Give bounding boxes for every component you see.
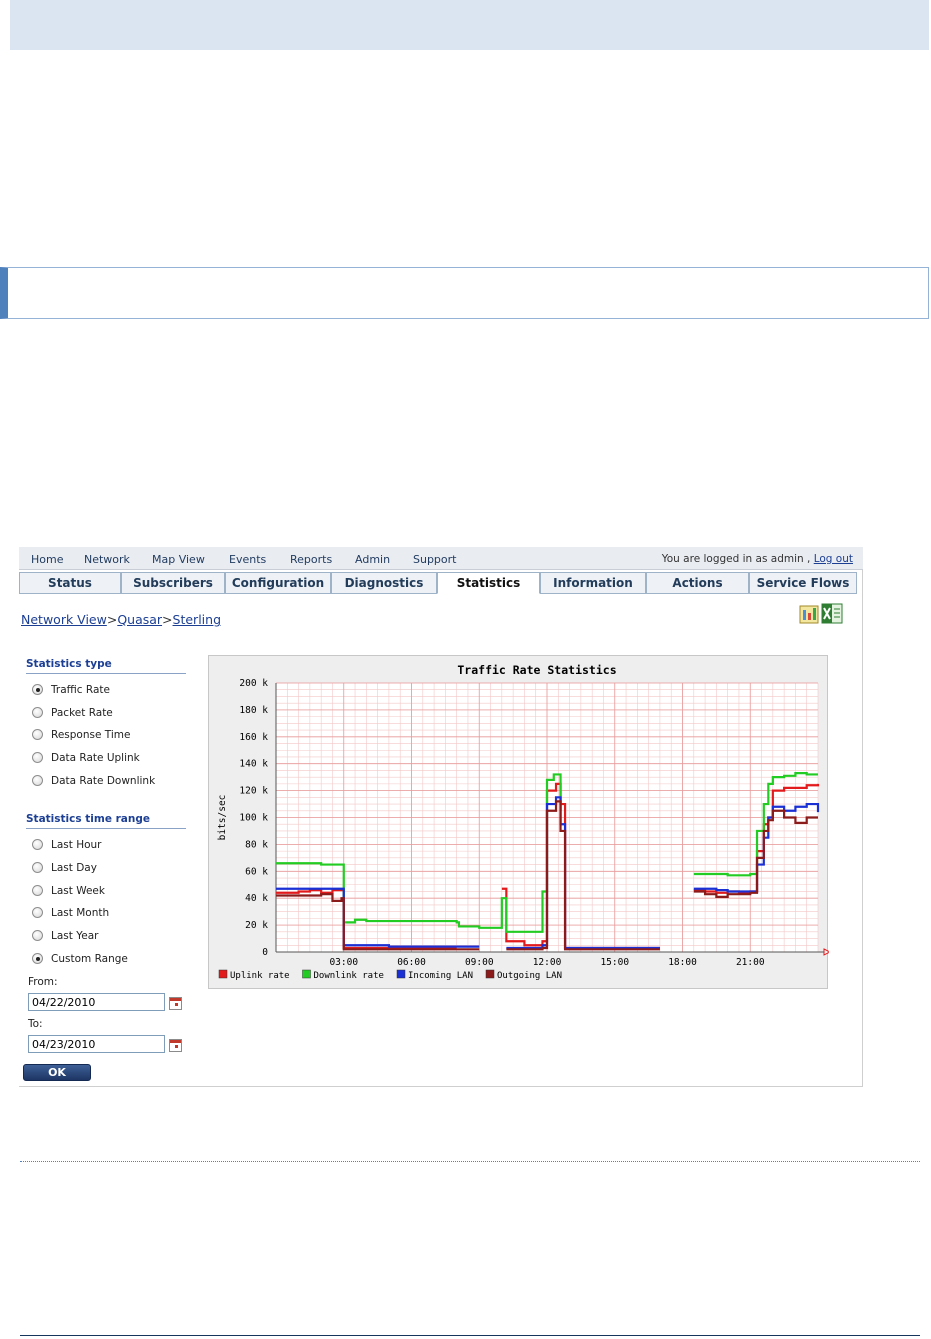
from-label: From: (28, 976, 58, 988)
radio-label: Last Day (51, 862, 97, 874)
y-tick-label: 160 k (239, 732, 268, 743)
document-dotted-divider (20, 1161, 920, 1162)
breadcrumb-sterling[interactable]: Sterling (173, 612, 221, 627)
radio-label: Last Month (51, 907, 110, 919)
x-tick-label: 15:00 (600, 957, 629, 968)
nav-events[interactable]: Events (229, 553, 266, 566)
x-tick-label: 09:00 (465, 957, 494, 968)
to-date-field[interactable] (28, 1035, 165, 1053)
traffic-rate-chart: Traffic Rate Statistics bits/sec 0 20 k 40 k… (208, 655, 829, 989)
radio-button[interactable] (32, 885, 43, 896)
radio-button[interactable] (32, 775, 43, 786)
y-tick-label: 140 k (239, 759, 268, 770)
radio-button[interactable] (32, 684, 43, 695)
x-axis-arrow (823, 948, 829, 956)
radio-label: Last Week (51, 885, 105, 897)
x-tick-label: 03:00 (329, 957, 358, 968)
x-tick-label: 06:00 (397, 957, 426, 968)
export-icons (799, 601, 845, 625)
document-header-band (10, 0, 929, 50)
legend-label: Incoming LAN (408, 971, 473, 981)
y-tick-label: 40 k (245, 893, 268, 904)
report-icon[interactable] (799, 605, 819, 624)
nav-network[interactable]: Network (84, 553, 130, 566)
y-axis-label: bits/sec (217, 795, 228, 841)
logout-link[interactable]: Log out (814, 553, 853, 565)
radio-label: Packet Rate (51, 707, 113, 719)
x-tick-label: 18:00 (668, 957, 697, 968)
ok-button[interactable]: OK (23, 1064, 91, 1081)
tab-service-flows[interactable]: Service Flows (749, 572, 857, 594)
section-divider (26, 828, 186, 829)
y-tick-label: 120 k (239, 786, 268, 797)
application-window: Home Network Map View Events Reports Adm… (19, 547, 863, 1087)
nav-home[interactable]: Home (31, 553, 63, 566)
main-tabs: Status Subscribers Configuration Diagnos… (19, 572, 863, 594)
legend-swatch (302, 969, 311, 979)
x-tick-label: 12:00 (533, 957, 562, 968)
tab-subscribers[interactable]: Subscribers (121, 572, 225, 594)
breadcrumb-network-view[interactable]: Network View (21, 612, 107, 627)
tab-actions[interactable]: Actions (646, 572, 749, 594)
to-label: To: (28, 1018, 43, 1030)
breadcrumb-separator: > (162, 612, 173, 627)
radio-label: Data Rate Uplink (51, 752, 140, 764)
legend-label: Downlink rate (314, 971, 384, 981)
breadcrumb: Network View>Quasar>Sterling (21, 612, 221, 627)
y-tick-label: 20 k (245, 920, 268, 931)
top-navigation-bar: Home Network Map View Events Reports Adm… (19, 547, 863, 570)
section-divider (26, 673, 186, 674)
nav-reports[interactable]: Reports (290, 553, 332, 566)
nav-map-view[interactable]: Map View (152, 553, 205, 566)
chart-title: Traffic Rate Statistics (457, 663, 616, 677)
radio-button[interactable] (32, 953, 43, 964)
radio-button[interactable] (32, 752, 43, 763)
legend-swatch (218, 969, 228, 979)
statistics-type-title: Statistics type (26, 658, 112, 670)
radio-button[interactable] (32, 862, 43, 873)
breadcrumb-quasar[interactable]: Quasar (117, 612, 162, 627)
radio-button[interactable] (32, 839, 43, 850)
y-tick-label: 180 k (239, 705, 268, 716)
login-status: You are logged in as admin , Log out (662, 553, 853, 565)
y-tick-label: 60 k (245, 866, 268, 877)
document-section-box (0, 267, 929, 319)
y-tick-label: 100 k (239, 813, 268, 824)
tab-configuration[interactable]: Configuration (225, 572, 331, 594)
y-tick-label: 200 k (239, 678, 268, 689)
breadcrumb-separator: > (106, 612, 118, 627)
nav-admin[interactable]: Admin (355, 553, 390, 566)
y-tick-label: 80 k (245, 839, 268, 850)
radio-label: Last Year (51, 930, 99, 942)
radio-label: Last Hour (51, 839, 102, 851)
radio-label: Traffic Rate (51, 684, 110, 696)
legend-swatch (485, 969, 495, 979)
legend-label: Outgoing LAN (497, 971, 562, 981)
legend-label: Uplink rate (230, 971, 290, 981)
radio-label: Custom Range (51, 953, 128, 965)
tab-statistics[interactable]: Statistics (437, 572, 540, 594)
tab-information[interactable]: Information (540, 572, 646, 594)
radio-label: Data Rate Downlink (51, 775, 156, 787)
excel-icon[interactable] (821, 603, 843, 624)
radio-button[interactable] (32, 707, 43, 718)
legend-swatch (396, 969, 406, 979)
y-tick-label: 0 (262, 947, 268, 958)
nav-support[interactable]: Support (413, 553, 456, 566)
from-date-field[interactable] (28, 993, 165, 1011)
document-footer-line (20, 1335, 920, 1336)
radio-button[interactable] (32, 930, 43, 941)
calendar-icon[interactable] (169, 997, 182, 1010)
calendar-icon[interactable] (169, 1039, 182, 1052)
radio-label: Response Time (51, 729, 131, 741)
statistics-time-range-title: Statistics time range (26, 813, 150, 825)
radio-button[interactable] (32, 907, 43, 918)
chart-svg: Traffic Rate Statistics bits/sec 0 20 k 40 k… (217, 663, 829, 981)
tab-diagnostics[interactable]: Diagnostics (331, 572, 437, 594)
x-tick-label: 21:00 (736, 957, 765, 968)
tab-status[interactable]: Status (19, 572, 121, 594)
login-text: You are logged in as admin , (661, 553, 811, 565)
radio-button[interactable] (32, 729, 43, 740)
